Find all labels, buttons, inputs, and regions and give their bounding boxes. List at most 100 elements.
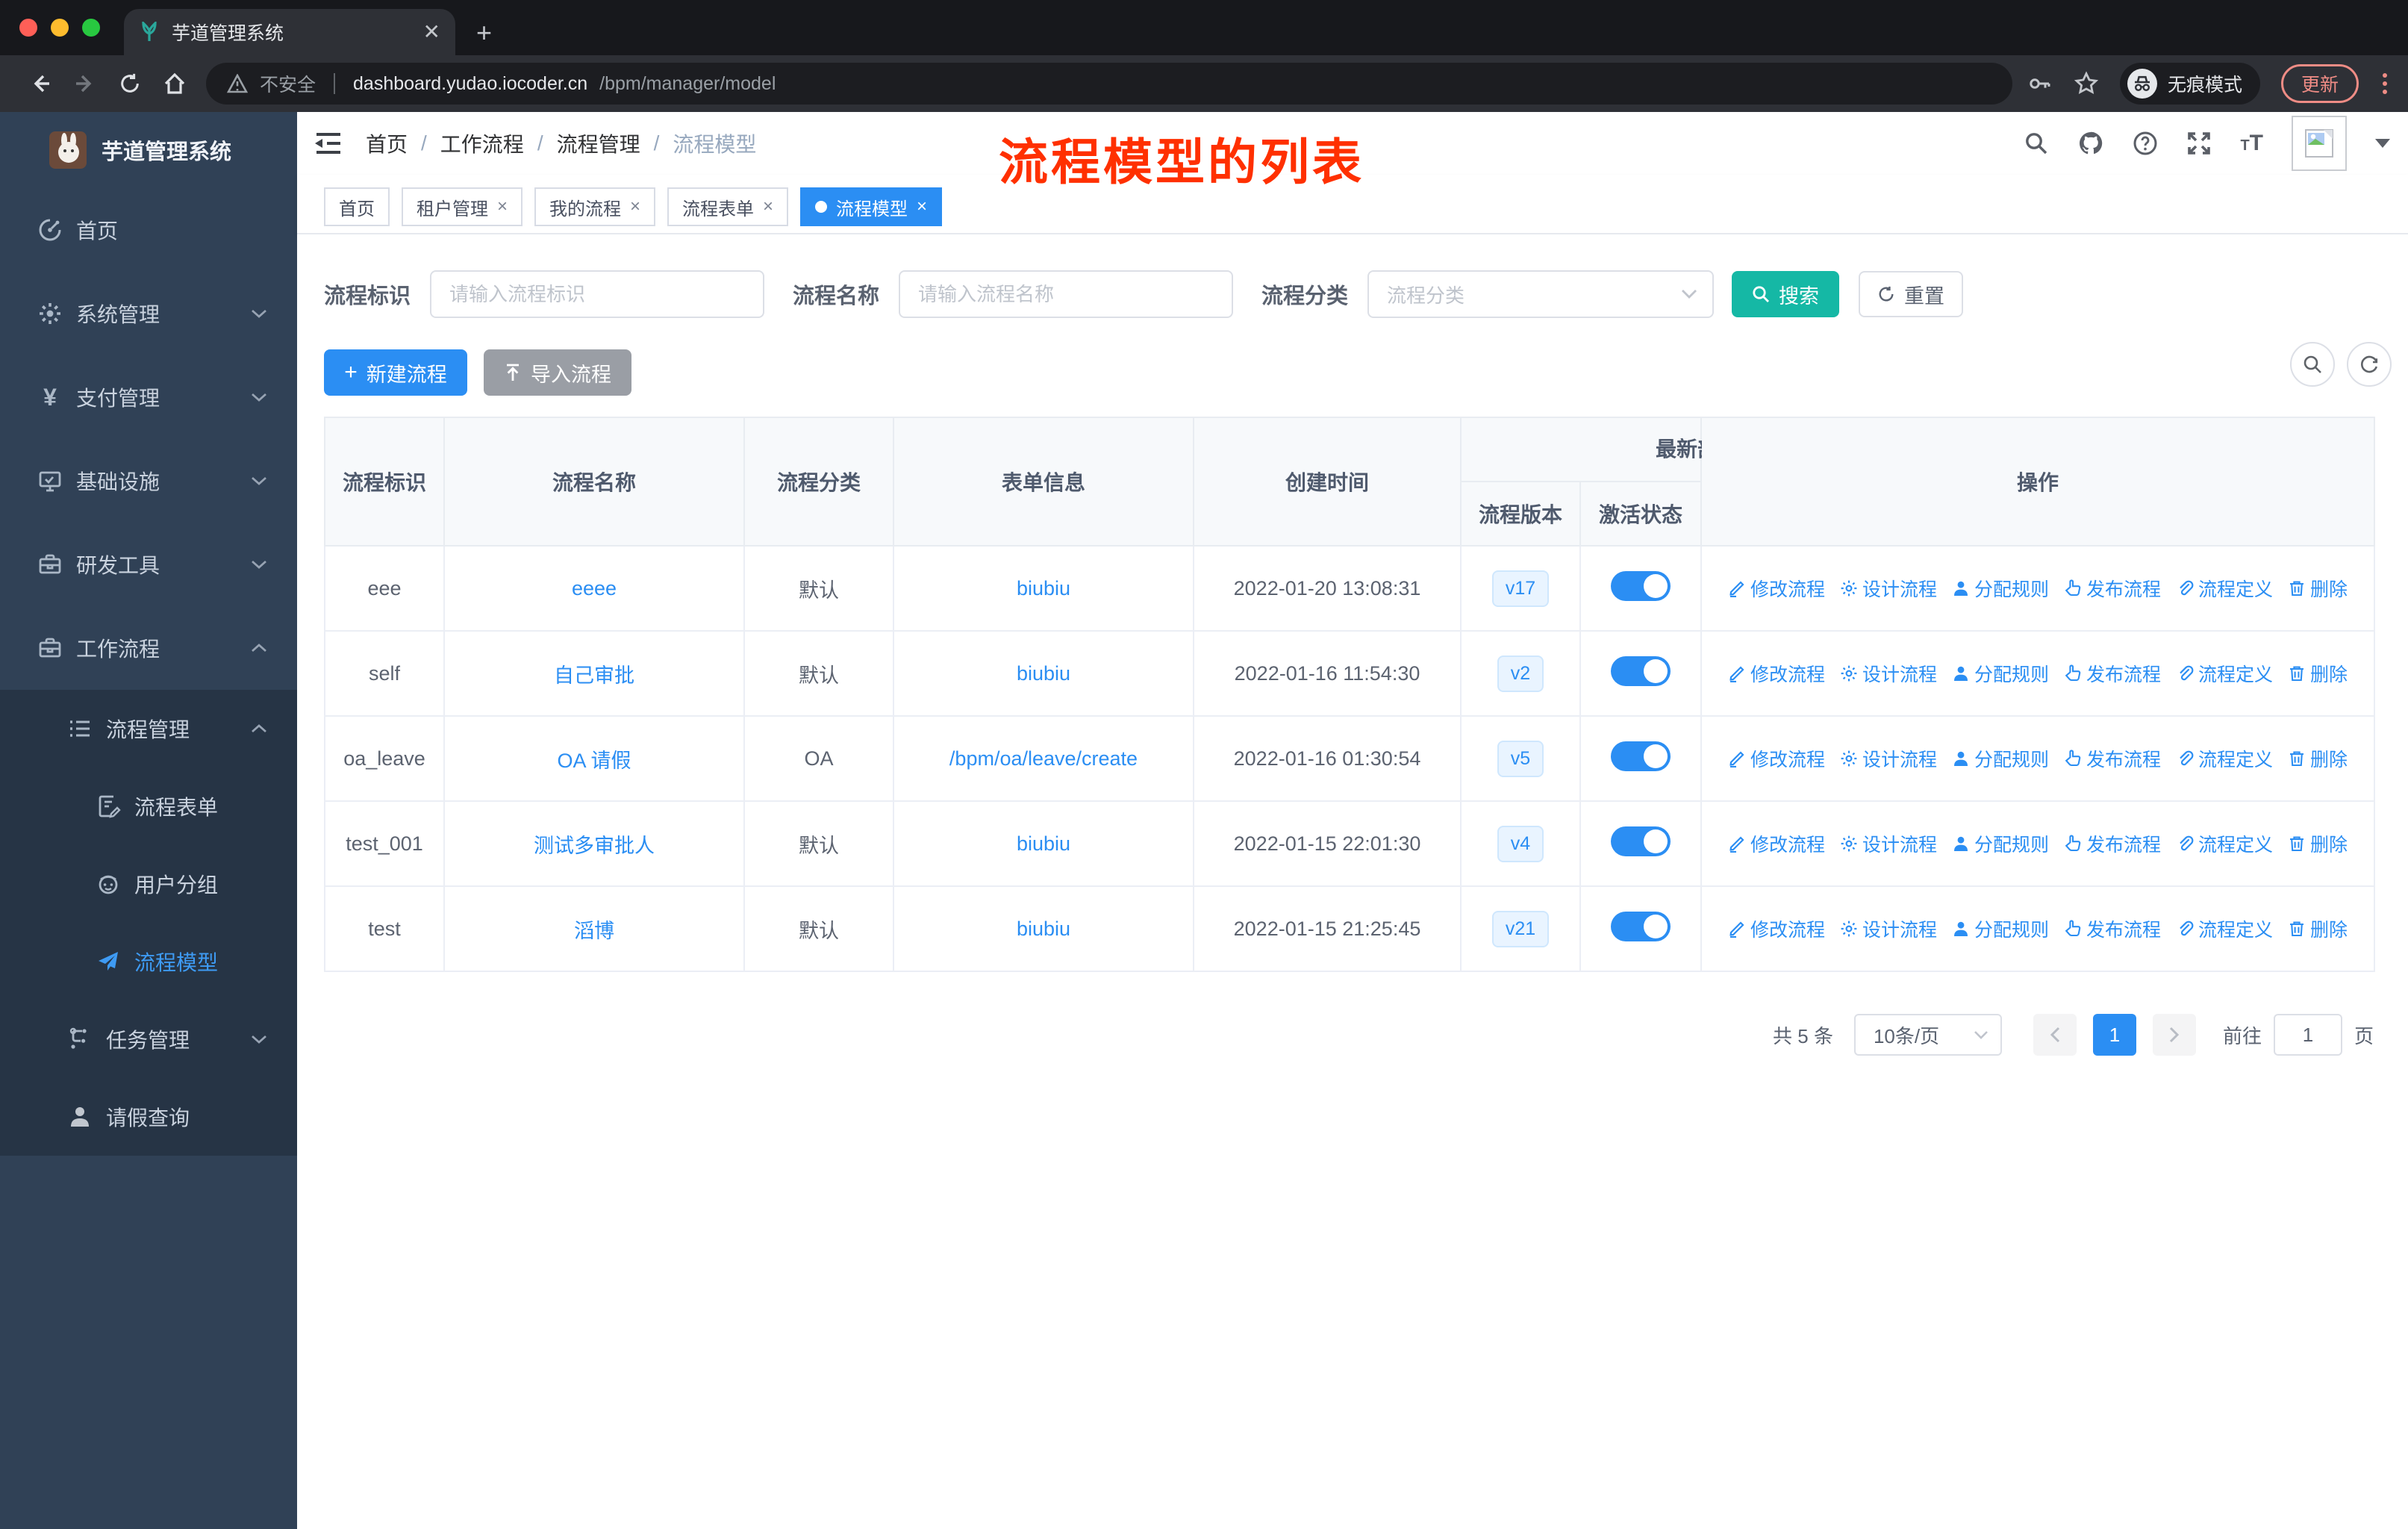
toggle-search-button[interactable] — [2290, 342, 2335, 387]
design-process-link[interactable]: 设计流程 — [1840, 660, 1937, 687]
process-name-link[interactable]: 自己审批 — [554, 664, 634, 687]
page-number-current[interactable]: 1 — [2092, 1014, 2136, 1056]
edit-process-link[interactable]: 修改流程 — [1728, 575, 1825, 602]
url-domain[interactable]: dashboard.yudao.iocoder.cn — [353, 73, 587, 95]
breadcrumb-process-mgmt[interactable]: 流程管理 — [557, 128, 640, 158]
help-icon[interactable] — [2133, 131, 2158, 156]
assign-rule-link[interactable]: 分配规则 — [1952, 660, 2049, 687]
assign-rule-link[interactable]: 分配规则 — [1952, 830, 2049, 857]
search-icon[interactable] — [2024, 131, 2049, 156]
process-name-link[interactable]: 滔博 — [574, 920, 614, 942]
sidebar-logo[interactable]: 芋道管理系统 — [0, 112, 297, 188]
publish-process-link[interactable]: 发布流程 — [2064, 660, 2161, 687]
sidebar-item-leave-query[interactable]: 请假查询 — [0, 1078, 297, 1156]
update-button[interactable]: 更新 — [2280, 64, 2359, 103]
form-info-link[interactable]: biubiu — [1017, 832, 1070, 855]
assign-rule-link[interactable]: 分配规则 — [1952, 575, 2049, 602]
import-process-button[interactable]: 导入流程 — [484, 349, 631, 396]
edit-process-link[interactable]: 修改流程 — [1728, 830, 1825, 857]
new-tab-button[interactable]: + — [476, 19, 492, 46]
tag-close-icon[interactable]: × — [763, 196, 773, 217]
reload-icon[interactable] — [107, 63, 152, 105]
active-toggle[interactable] — [1611, 741, 1671, 771]
avatar-caret-icon[interactable] — [2375, 139, 2390, 148]
process-definition-link[interactable]: 流程定义 — [2176, 830, 2273, 857]
tag-close-icon[interactable]: × — [917, 196, 927, 217]
sidebar-item-devtools[interactable]: 研发工具 — [0, 523, 297, 606]
design-process-link[interactable]: 设计流程 — [1840, 745, 1937, 772]
delete-link[interactable]: 删除 — [2288, 745, 2348, 772]
design-process-link[interactable]: 设计流程 — [1840, 575, 1937, 602]
active-toggle[interactable] — [1611, 911, 1671, 941]
process-name-link[interactable]: 测试多审批人 — [534, 835, 655, 857]
bookmark-star-icon[interactable] — [2074, 71, 2099, 96]
process-definition-link[interactable]: 流程定义 — [2176, 915, 2273, 942]
edit-process-link[interactable]: 修改流程 — [1728, 660, 1825, 687]
fullscreen-icon[interactable] — [2186, 131, 2212, 156]
sidebar-item-process-mgmt[interactable]: 流程管理 — [0, 690, 297, 767]
minimize-window-button[interactable] — [51, 19, 69, 37]
process-definition-link[interactable]: 流程定义 — [2176, 575, 2273, 602]
browser-menu-icon[interactable] — [2380, 70, 2390, 97]
publish-process-link[interactable]: 发布流程 — [2064, 915, 2161, 942]
form-info-link[interactable]: biubiu — [1017, 577, 1070, 600]
sidebar-item-process-model[interactable]: 流程模型 — [0, 923, 297, 1000]
key-icon[interactable] — [2027, 71, 2053, 96]
active-toggle[interactable] — [1611, 826, 1671, 856]
tab-close-icon[interactable]: ✕ — [423, 22, 440, 43]
delete-link[interactable]: 删除 — [2288, 830, 2348, 857]
design-process-link[interactable]: 设计流程 — [1840, 915, 1937, 942]
user-avatar[interactable] — [2292, 116, 2347, 171]
address-bar[interactable]: 不安全 dashboard.yudao.iocoder.cn /bpm/mana… — [206, 63, 2012, 105]
assign-rule-link[interactable]: 分配规则 — [1952, 745, 2049, 772]
tag-home[interactable]: 首页 — [324, 187, 390, 226]
prev-page-button[interactable] — [2033, 1014, 2077, 1056]
sidebar-fold-icon[interactable] — [312, 127, 345, 160]
active-toggle[interactable] — [1611, 655, 1671, 686]
tag-process-form[interactable]: 流程表单 × — [667, 187, 789, 226]
sidebar-item-task-mgmt[interactable]: 任务管理 — [0, 1000, 297, 1078]
process-id-input[interactable] — [430, 270, 765, 318]
forward-icon[interactable] — [63, 63, 107, 105]
reset-button[interactable]: 重置 — [1859, 271, 1964, 317]
sidebar-item-process-form[interactable]: 流程表单 — [0, 767, 297, 845]
tag-close-icon[interactable]: × — [497, 196, 508, 217]
tag-tenant[interactable]: 租户管理 × — [402, 187, 523, 226]
close-window-button[interactable] — [19, 19, 37, 37]
publish-process-link[interactable]: 发布流程 — [2064, 575, 2161, 602]
process-definition-link[interactable]: 流程定义 — [2176, 745, 2273, 772]
home-icon[interactable] — [152, 63, 197, 105]
publish-process-link[interactable]: 发布流程 — [2064, 745, 2161, 772]
sidebar-item-infrastructure[interactable]: 基础设施 — [0, 439, 297, 523]
sidebar-item-payment[interactable]: ¥ 支付管理 — [0, 355, 297, 439]
form-info-link[interactable]: biubiu — [1017, 662, 1070, 685]
form-info-link[interactable]: /bpm/oa/leave/create — [949, 747, 1138, 770]
create-process-button[interactable]: + 新建流程 — [324, 349, 467, 396]
search-button[interactable]: 搜索 — [1732, 271, 1840, 317]
tag-my-process[interactable]: 我的流程 × — [534, 187, 656, 226]
delete-link[interactable]: 删除 — [2288, 660, 2348, 687]
form-info-link[interactable]: biubiu — [1017, 918, 1070, 940]
window-controls[interactable] — [0, 0, 124, 55]
sidebar-item-workflow[interactable]: 工作流程 — [0, 606, 297, 690]
next-page-button[interactable] — [2152, 1014, 2196, 1056]
publish-process-link[interactable]: 发布流程 — [2064, 830, 2161, 857]
browser-tab[interactable]: 芋道管理系统 ✕ — [124, 9, 455, 55]
process-name-input[interactable] — [899, 270, 1234, 318]
breadcrumb-home[interactable]: 首页 — [366, 128, 408, 158]
security-label[interactable]: 不安全 — [260, 70, 316, 97]
maximize-window-button[interactable] — [82, 19, 100, 37]
goto-page-input[interactable] — [2273, 1014, 2342, 1056]
edit-process-link[interactable]: 修改流程 — [1728, 915, 1825, 942]
tag-close-icon[interactable]: × — [630, 196, 640, 217]
font-size-icon[interactable]: TT — [2240, 131, 2263, 156]
edit-process-link[interactable]: 修改流程 — [1728, 745, 1825, 772]
process-definition-link[interactable]: 流程定义 — [2176, 660, 2273, 687]
back-icon[interactable] — [18, 63, 63, 105]
github-icon[interactable] — [2077, 130, 2104, 157]
assign-rule-link[interactable]: 分配规则 — [1952, 915, 2049, 942]
breadcrumb-workflow[interactable]: 工作流程 — [440, 128, 524, 158]
design-process-link[interactable]: 设计流程 — [1840, 830, 1937, 857]
delete-link[interactable]: 删除 — [2288, 575, 2348, 602]
process-name-link[interactable]: eeee — [572, 577, 617, 600]
